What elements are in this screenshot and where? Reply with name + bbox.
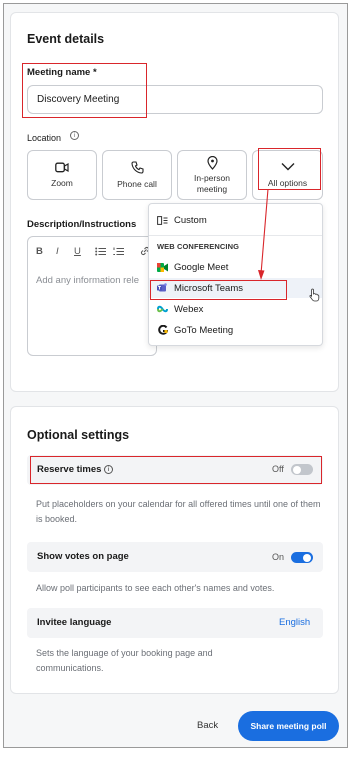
- info-icon[interactable]: i: [104, 465, 114, 474]
- video-camera-icon: [55, 162, 69, 172]
- description-placeholder: Add any information rele: [36, 275, 139, 286]
- location-option-label: Zoom: [51, 177, 73, 188]
- reserve-times-description: Put placeholders on your calendar for al…: [36, 499, 321, 524]
- dropdown-item-custom[interactable]: Custom: [149, 210, 322, 230]
- dropdown-item-google-meet[interactable]: Google Meet: [149, 257, 322, 277]
- back-button[interactable]: Back: [197, 720, 218, 731]
- italic-button[interactable]: I: [56, 246, 59, 257]
- reserve-times-toggle[interactable]: [291, 464, 313, 475]
- chevron-down-icon: [281, 162, 294, 170]
- google-meet-icon: [157, 262, 168, 273]
- location-option-in-person[interactable]: In-person meeting: [177, 150, 247, 200]
- dropdown-item-label: Custom: [174, 214, 207, 226]
- dropdown-item-label: Google Meet: [174, 261, 229, 273]
- share-meeting-poll-button[interactable]: Share meeting poll: [238, 711, 339, 741]
- dropdown-item-label: Webex: [174, 303, 204, 315]
- description-label: Description/Instructions: [27, 219, 137, 230]
- dropdown-item-goto-meeting[interactable]: GoTo Meeting: [149, 320, 322, 340]
- event-details-heading: Event details: [27, 32, 105, 46]
- bold-button[interactable]: B: [36, 246, 43, 257]
- hand-cursor-icon: [309, 288, 320, 302]
- webex-icon: [157, 304, 168, 315]
- show-votes-state: On: [272, 552, 285, 562]
- divider: [149, 235, 322, 236]
- show-votes-description: Allow poll participants to see each othe…: [36, 583, 275, 593]
- invitee-language-select[interactable]: English: [279, 617, 310, 628]
- annotation-arrow: [258, 188, 269, 280]
- meeting-name-label: Meeting name *: [27, 67, 97, 78]
- dropdown-item-label: GoTo Meeting: [174, 324, 234, 336]
- dropdown-item-label: Microsoft Teams: [174, 282, 243, 294]
- underline-button[interactable]: U: [74, 246, 81, 257]
- microsoft-teams-icon: [157, 283, 168, 294]
- location-pin-icon: [206, 155, 218, 170]
- reserve-times-state: Off: [272, 464, 284, 474]
- location-dropdown: Custom WEB CONFERENCING Google Meet Micr…: [148, 203, 323, 346]
- location-option-label: All options: [267, 177, 308, 188]
- show-votes-row[interactable]: Show votes on page On: [27, 542, 323, 572]
- numbered-list-icon[interactable]: [113, 247, 124, 256]
- location-label: Location: [27, 133, 62, 143]
- custom-location-icon: [157, 215, 168, 226]
- dropdown-section-heading: WEB CONFERENCING: [157, 242, 240, 251]
- invitee-language-description: Sets the language of your booking page a…: [36, 648, 213, 673]
- show-votes-label: Show votes on page: [37, 551, 129, 562]
- info-icon[interactable]: i: [70, 131, 79, 140]
- description-editor[interactable]: [27, 236, 157, 356]
- location-option-label: In-person meeting: [194, 172, 230, 194]
- reserve-times-label: Reserve times i: [37, 464, 114, 475]
- bullet-list-icon[interactable]: [95, 247, 106, 256]
- location-option-zoom[interactable]: Zoom: [27, 150, 97, 200]
- location-option-phone[interactable]: Phone call: [102, 150, 172, 200]
- meeting-name-field[interactable]: Discovery Meeting: [27, 85, 323, 114]
- dropdown-item-webex[interactable]: Webex: [149, 299, 322, 319]
- phone-icon: [130, 160, 144, 174]
- reserve-times-row[interactable]: Reserve times i Off: [27, 455, 323, 485]
- show-votes-toggle[interactable]: [291, 552, 313, 563]
- invitee-language-label: Invitee language: [37, 617, 112, 628]
- invitee-language-row[interactable]: Invitee language English: [27, 608, 323, 638]
- dropdown-item-microsoft-teams[interactable]: Microsoft Teams: [149, 278, 322, 298]
- optional-settings-heading: Optional settings: [27, 428, 130, 442]
- location-option-label: Phone call: [117, 178, 157, 189]
- goto-meeting-icon: [157, 325, 168, 336]
